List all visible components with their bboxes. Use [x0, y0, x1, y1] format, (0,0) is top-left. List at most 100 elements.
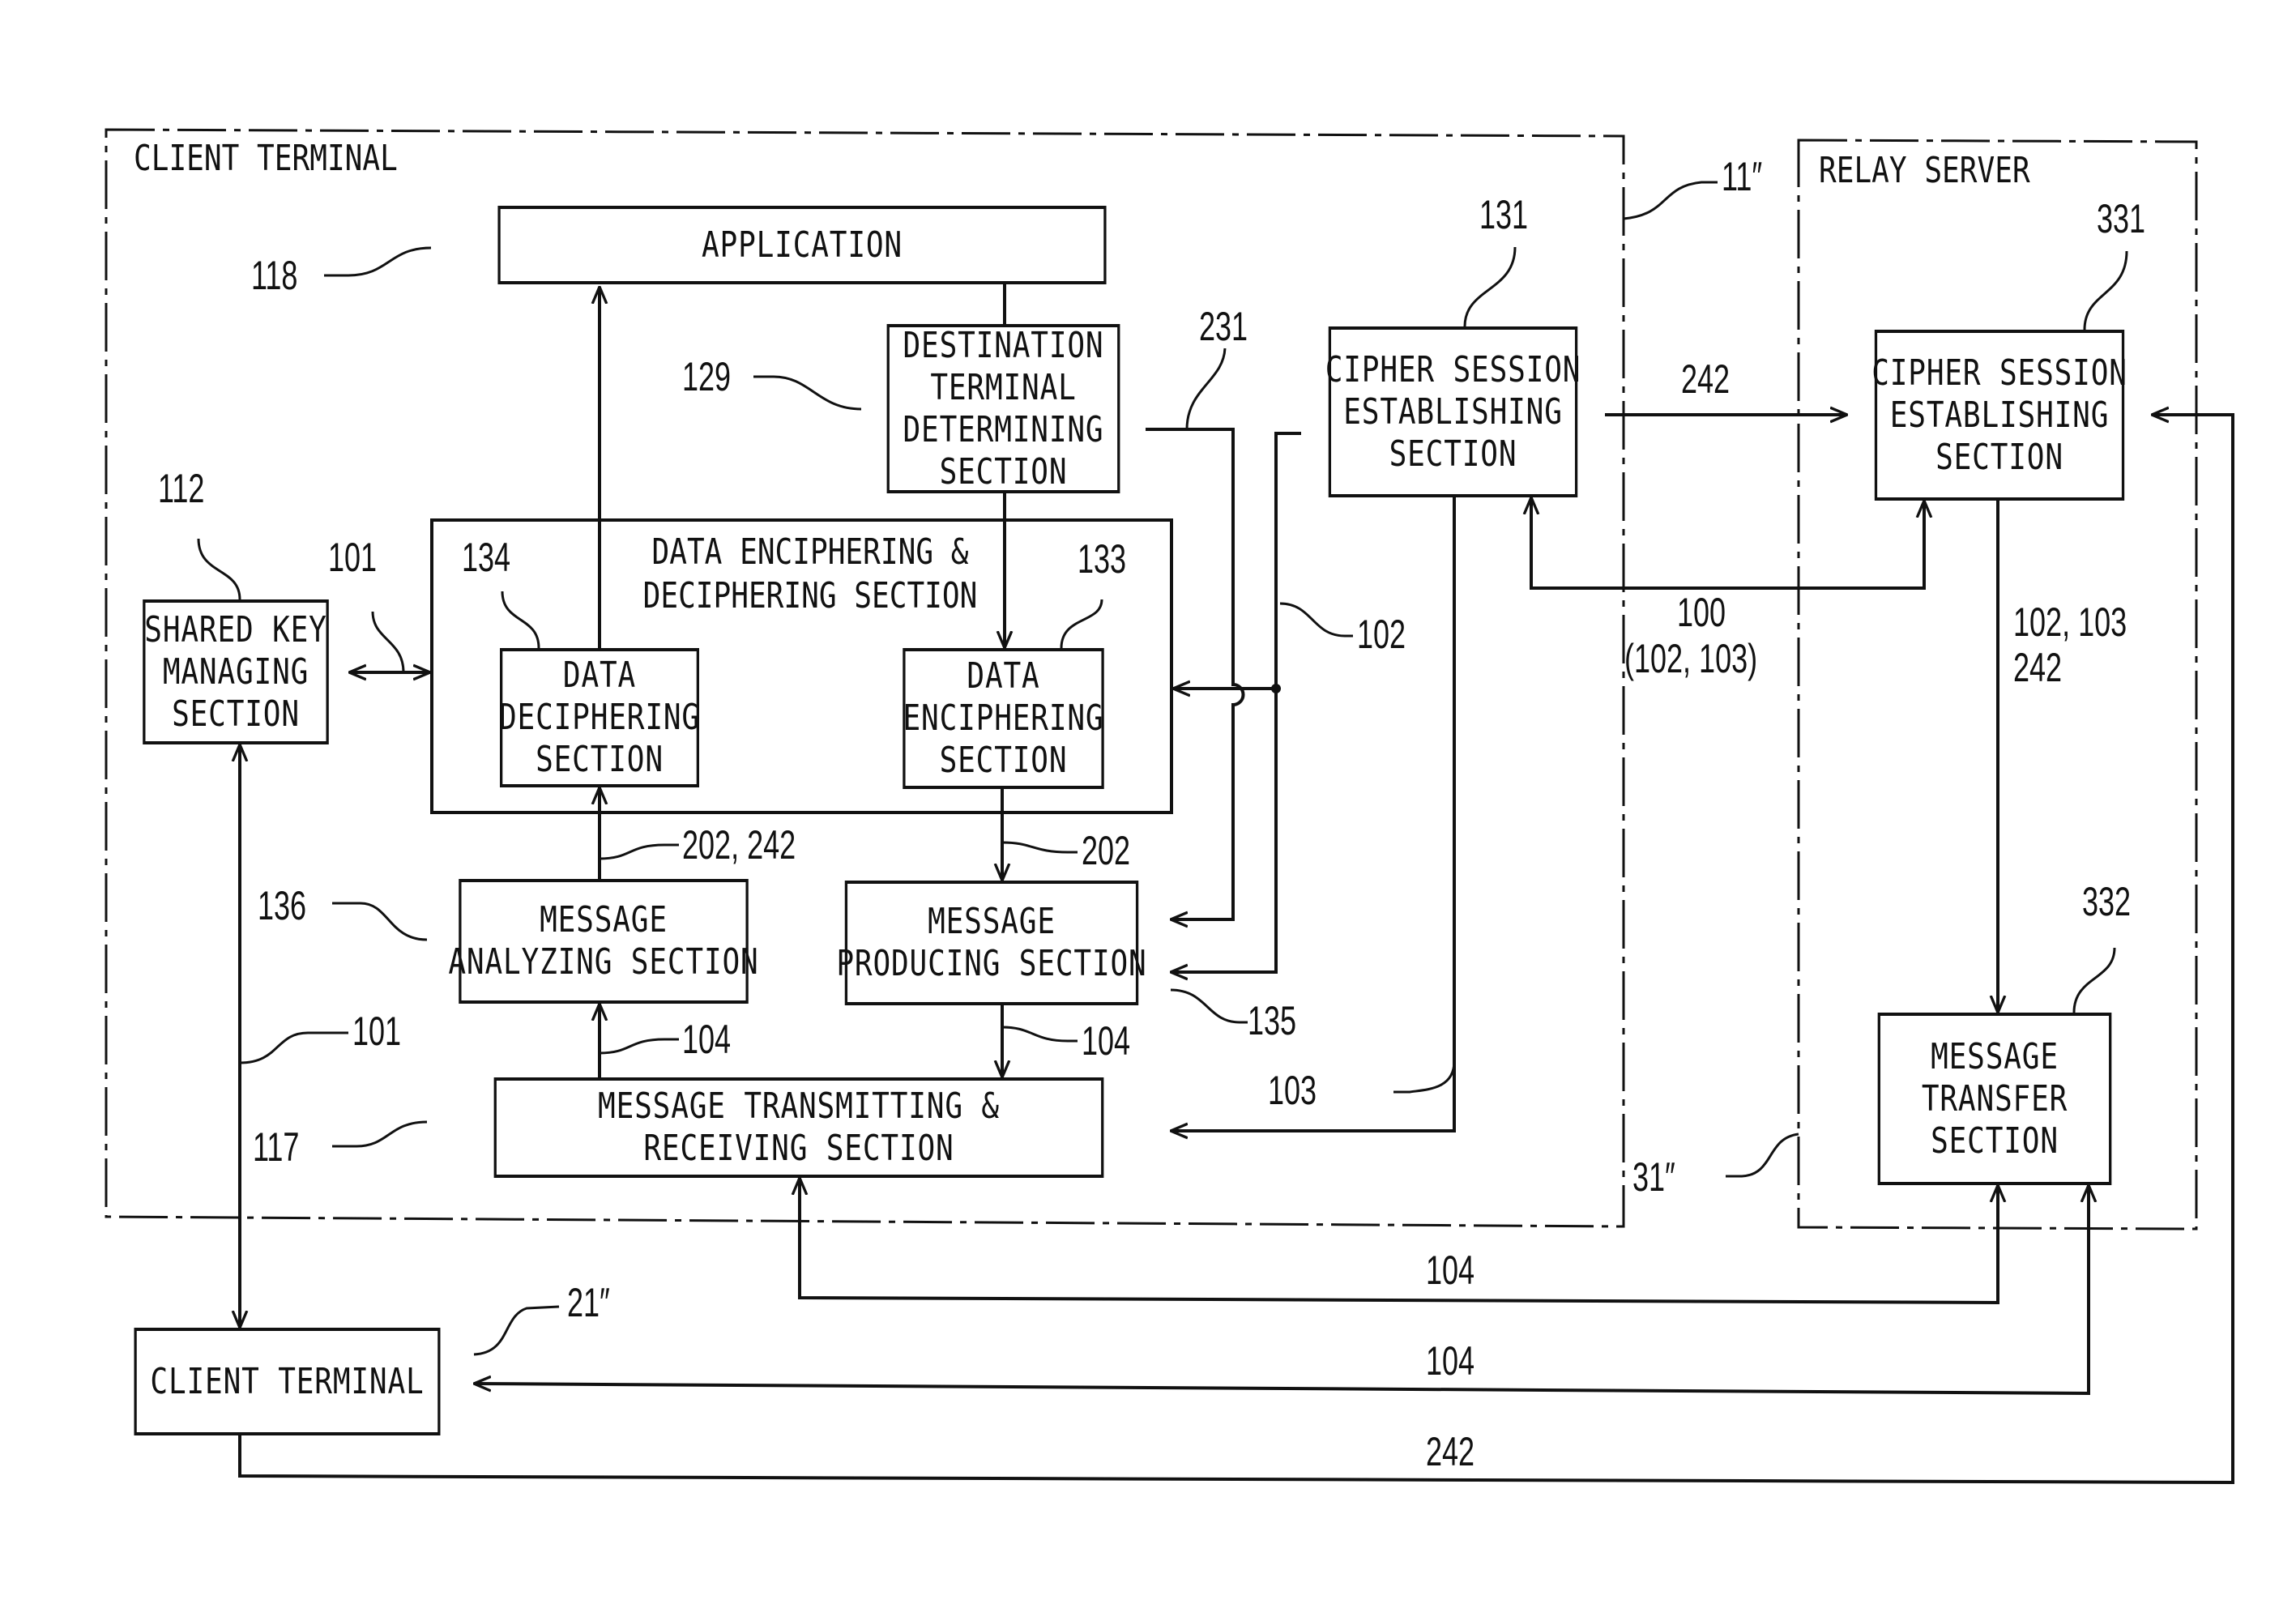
flow-104-transfer-txrx — [800, 1178, 1998, 1305]
signal-100-sub: (102, 103) — [1624, 636, 1758, 681]
ref-129: 129 — [682, 354, 732, 399]
leader-101b — [239, 1031, 348, 1064]
leader-103 — [1393, 1060, 1456, 1094]
ref-112: 112 — [158, 466, 205, 511]
leader-131 — [1463, 246, 1517, 327]
block-label: SECTION — [172, 693, 300, 735]
leader-202-242 — [599, 843, 679, 860]
leader-136 — [332, 902, 428, 941]
signal-relay-102-103: 102, 103 — [2013, 599, 2127, 645]
block-label: DATA — [562, 655, 637, 696]
signal-104-producing: 104 — [1082, 1018, 1131, 1064]
signal-104-bottom-lower: 104 — [1426, 1338, 1475, 1384]
block-label: PRODUCING SECTION — [836, 943, 1147, 984]
ref-118: 118 — [251, 253, 298, 298]
leader-231 — [1185, 348, 1227, 430]
ref-31: 31″ — [1632, 1154, 1675, 1200]
leader-104a — [599, 1038, 679, 1055]
signal-104-analyzing: 104 — [682, 1017, 732, 1062]
application-block: APPLICATION — [497, 206, 1107, 284]
leader-117 — [332, 1120, 428, 1148]
message-producing-block: MESSAGE PRODUCING SECTION — [836, 881, 1146, 1005]
block-label: SECTION — [536, 739, 664, 780]
leader-21 — [473, 1305, 560, 1356]
message-transfer-block: MESSAGE TRANSFER SECTION — [1877, 1013, 2112, 1185]
enc-dec-block-title: DATA ENCIPHERING & DECIPHERING SECTION — [611, 531, 1009, 618]
signal-242-cipher: 242 — [1681, 356, 1731, 402]
signal-202-242: 202, 242 — [682, 822, 796, 868]
signal-100: 100 — [1677, 590, 1726, 635]
block-label: DECIPHERING — [499, 697, 700, 738]
data-enciphering-block: DATA ENCIPHERING SECTION — [903, 648, 1104, 789]
relay-server-region-title: RELAY SERVER — [1819, 150, 2030, 191]
block-label: SECTION — [939, 450, 1068, 493]
leader-202 — [1001, 841, 1078, 854]
ref-231: 231 — [1199, 304, 1248, 349]
ref-331: 331 — [2097, 196, 2146, 241]
block-label: DECIPHERING SECTION — [642, 575, 978, 616]
ref-21: 21″ — [567, 1280, 610, 1325]
block-label: MESSAGE — [540, 899, 668, 940]
signal-104-bottom-upper: 104 — [1426, 1248, 1475, 1293]
signal-242-bottom: 242 — [1426, 1429, 1475, 1474]
client-terminal-other-block: CLIENT TERMINAL — [134, 1328, 441, 1435]
block-label: MESSAGE — [1931, 1035, 2059, 1077]
leader-104b — [1001, 1026, 1078, 1043]
flow-103-to-txrx — [1171, 497, 1456, 1131]
leader-332 — [2072, 947, 2116, 1013]
leader-101a — [371, 611, 405, 673]
ref-136: 136 — [258, 883, 307, 928]
block-label: SECTION — [1931, 1120, 2059, 1162]
cipher-session-establishing-relay-block: CIPHER SESSION ESTABLISHING SECTION — [1871, 330, 2127, 501]
block-label: MANAGING — [162, 650, 309, 693]
block-label: SECTION — [1935, 436, 2063, 478]
signal-relay-242: 242 — [2013, 645, 2063, 690]
leader-135 — [1170, 988, 1248, 1024]
flow-104-transfer-client21 — [474, 1185, 2089, 1396]
leader-331 — [2083, 250, 2128, 331]
leader-129 — [753, 375, 862, 411]
leader-11 — [1623, 181, 1718, 220]
block-label: DATA — [967, 655, 1040, 697]
block-label: SECTION — [939, 740, 1068, 781]
block-label: ESTABLISHING — [1889, 394, 2110, 436]
block-label: CIPHER SESSION — [1325, 348, 1581, 390]
cipher-session-establishing-client-block: CIPHER SESSION ESTABLISHING SECTION — [1325, 326, 1580, 497]
leader-118 — [324, 246, 432, 277]
junction-dot — [1271, 684, 1281, 693]
block-label: APPLICATION — [702, 224, 903, 266]
block-label: TERMINAL — [930, 366, 1077, 408]
ref-332: 332 — [2082, 879, 2132, 924]
signal-103: 103 — [1268, 1068, 1317, 1113]
block-label: DATA ENCIPHERING & — [651, 531, 969, 573]
leader-112 — [197, 538, 241, 600]
block-label: SECTION — [1389, 433, 1517, 475]
block-label: ANALYZING SECTION — [448, 941, 759, 983]
block-label: TRANSFER — [1921, 1077, 2068, 1120]
block-label: CLIENT TERMINAL — [150, 1360, 425, 1402]
block-label: SHARED KEY — [144, 608, 327, 650]
flow-100-cipher — [1531, 497, 1924, 590]
block-label: MESSAGE TRANSMITTING & — [598, 1086, 1000, 1127]
block-label: RECEIVING SECTION — [643, 1128, 954, 1169]
ref-135: 135 — [1248, 998, 1297, 1043]
signal-102: 102 — [1357, 612, 1406, 657]
block-label: CIPHER SESSION — [1871, 352, 2127, 394]
signal-101-lower: 101 — [352, 1009, 402, 1054]
client-terminal-region-title: CLIENT TERMINAL — [134, 138, 398, 179]
leader-31 — [1726, 1132, 1799, 1178]
destination-terminal-determining-block: DESTINATION TERMINAL DETERMINING SECTION — [886, 324, 1120, 493]
signal-202: 202 — [1082, 828, 1131, 873]
ref-133: 133 — [1078, 536, 1127, 582]
block-label: ENCIPHERING — [903, 697, 1104, 739]
ref-134: 134 — [462, 535, 511, 580]
message-analyzing-block: MESSAGE ANALYZING SECTION — [448, 879, 758, 1004]
block-label: DESTINATION — [903, 324, 1104, 366]
signal-101-upper: 101 — [328, 535, 378, 580]
message-transmitting-receiving-block: MESSAGE TRANSMITTING & RECEIVING SECTION — [493, 1077, 1104, 1178]
shared-key-managing-block: SHARED KEY MANAGING SECTION — [143, 599, 329, 744]
data-deciphering-block: DATA DECIPHERING SECTION — [499, 648, 700, 787]
ref-117: 117 — [253, 1124, 300, 1170]
block-label: ESTABLISHING — [1343, 390, 1563, 433]
block-label: MESSAGE — [928, 901, 1056, 942]
